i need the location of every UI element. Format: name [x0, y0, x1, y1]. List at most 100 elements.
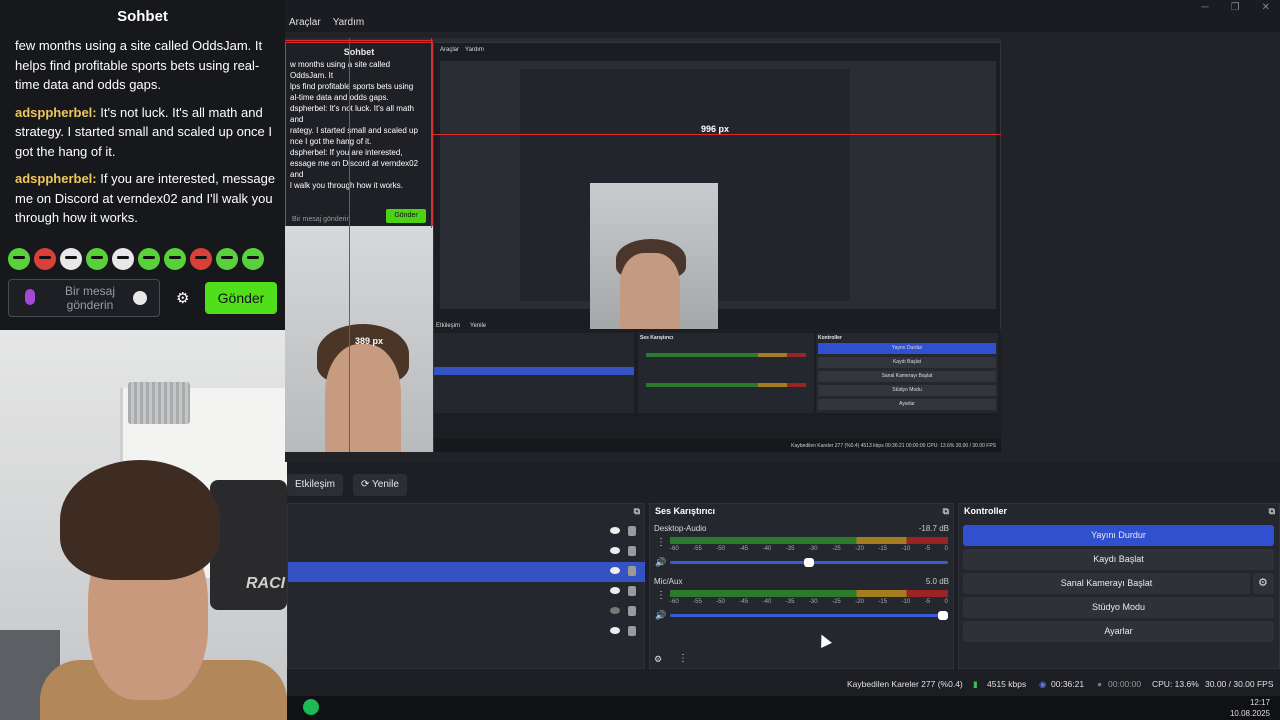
channel-menu-icon[interactable]: ⋮: [656, 590, 666, 601]
lock-icon[interactable]: [628, 526, 636, 536]
menu-bar: Araçlar Yardım: [289, 17, 364, 28]
eye-icon[interactable]: [610, 567, 620, 574]
chat-messages: few months using a site called OddsJam. …: [15, 36, 277, 236]
menu-help[interactable]: Yardım: [333, 17, 365, 28]
eye-icon[interactable]: [610, 627, 620, 634]
mixer-settings-gear-icon[interactable]: ⚙: [654, 654, 662, 665]
source-row[interactable]: [288, 522, 645, 542]
emote-icon[interactable]: [86, 248, 108, 270]
record-time: 00:00:00: [1108, 679, 1142, 689]
emote-icon[interactable]: [190, 248, 212, 270]
fader-knob[interactable]: [938, 611, 948, 620]
chat-panel: Sohbet few months using a site called Od…: [0, 0, 285, 330]
emote-icon[interactable]: [138, 248, 160, 270]
mixer-channel-name: Mic/Aux: [654, 577, 683, 586]
lock-icon[interactable]: [628, 546, 636, 556]
chat-input[interactable]: Bir mesaj gönderin: [8, 279, 160, 317]
eye-icon[interactable]: [610, 547, 620, 554]
dock-float-icon[interactable]: ⧉: [634, 506, 640, 517]
emoji-bar: [8, 248, 264, 270]
eye-hidden-icon[interactable]: [610, 607, 620, 614]
lock-icon[interactable]: [628, 626, 636, 636]
lock-icon[interactable]: [628, 586, 636, 596]
emote-icon[interactable]: [216, 248, 238, 270]
nested-chat-text: w months using a site called OddsJam. It…: [290, 60, 419, 190]
mixer-menu-icon[interactable]: ⋮: [678, 653, 688, 664]
mixer-channel-db: 5.0 dB: [925, 577, 949, 586]
send-button[interactable]: Gönder: [205, 282, 277, 314]
audio-mixer-dock: Ses Karıştırıcı ⧉ Desktop-Audio -18.7 dB …: [649, 503, 954, 669]
virtual-camera-settings-button[interactable]: ⚙: [1253, 573, 1274, 594]
mixer-channel-name: Desktop-Audio: [654, 524, 707, 533]
nested-obs-window: Araçlar Yardım Etkileşim Yenile Ses Karışt…: [433, 42, 1001, 452]
nested-chat-overlay: Sohbet w months using a site called Odds…: [285, 42, 433, 232]
eye-icon[interactable]: [610, 587, 620, 594]
width-measure-label: 996 px: [701, 124, 730, 134]
webcam-feed: RACI: [0, 330, 287, 720]
height-measure-label: 389 px: [355, 336, 384, 346]
mixer-title: Ses Karıştırıcı ⧉: [655, 506, 949, 517]
dropped-frames: Kaybedilen Kareler 277 (%0.4): [847, 679, 963, 689]
emoji-picker-icon[interactable]: [133, 291, 147, 305]
emote-icon[interactable]: [34, 248, 56, 270]
source-row[interactable]: [288, 602, 645, 622]
maximize-icon[interactable]: ❐: [1231, 2, 1240, 13]
source-row-selected[interactable]: [288, 562, 645, 582]
start-recording-button[interactable]: Kaydı Başlat: [963, 549, 1274, 570]
stream-icon: ◉: [1039, 679, 1047, 689]
stop-streaming-button[interactable]: Yayını Durdur: [963, 525, 1274, 546]
signal-icon: ▮: [973, 679, 978, 689]
volume-fader[interactable]: [670, 611, 948, 620]
bitrate: 4515 kbps: [987, 679, 1027, 689]
spotify-icon[interactable]: [303, 699, 319, 715]
source-toolbar: Etkileşim ⟳ Yenile: [287, 474, 1280, 498]
speaker-icon[interactable]: 🔊: [655, 610, 666, 621]
emote-icon[interactable]: [112, 248, 134, 270]
dock-float-icon[interactable]: ⧉: [943, 506, 949, 517]
controls-dock: Kontroller ⧉ Yayını Durdur Kaydı Başlat S…: [958, 503, 1280, 669]
preview-canvas[interactable]: Sohbet w months using a site called Odds…: [285, 38, 1001, 452]
lock-icon[interactable]: [628, 606, 636, 616]
chat-username: adsppherbel:: [15, 104, 97, 120]
basket: [128, 382, 190, 424]
mixer-channel-db: -18.7 dB: [918, 524, 949, 533]
controls-title: Kontroller ⧉: [964, 506, 1275, 517]
start-virtual-camera-button[interactable]: Sanal Kamerayı Başlat: [963, 573, 1250, 594]
record-icon: ●: [1097, 679, 1103, 689]
nested-send: Gönder: [386, 209, 426, 223]
emote-icon[interactable]: [164, 248, 186, 270]
chat-title: Sohbet: [117, 8, 168, 25]
emote-icon[interactable]: [8, 248, 30, 270]
refresh-button[interactable]: ⟳ Yenile: [353, 474, 407, 496]
settings-button[interactable]: Ayarlar: [963, 621, 1274, 642]
hair: [60, 460, 220, 580]
eye-icon[interactable]: [610, 527, 620, 534]
chat-settings-gear-icon[interactable]: ⚙: [176, 289, 189, 307]
fader-knob[interactable]: [804, 558, 814, 567]
studio-mode-button[interactable]: Stüdyo Modu: [963, 597, 1274, 618]
chat-message: adsppherbel: It's not luck. It's all mat…: [15, 104, 273, 159]
volume-fader[interactable]: [670, 558, 948, 567]
microphone-icon[interactable]: [25, 289, 35, 305]
cpu-usage: CPU: 13.6%: [1152, 679, 1199, 689]
chat-message: few months using a site called OddsJam. …: [15, 38, 263, 92]
channel-menu-icon[interactable]: ⋮: [656, 537, 666, 548]
source-row[interactable]: [288, 622, 645, 642]
interact-button[interactable]: Etkileşim: [287, 474, 344, 496]
emote-icon[interactable]: [242, 248, 264, 270]
minimize-icon[interactable]: ─: [1202, 2, 1209, 13]
dock-float-icon[interactable]: ⧉: [1269, 506, 1275, 517]
lock-icon[interactable]: [628, 566, 636, 576]
window-controls: ─ ❐ ✕: [1202, 2, 1270, 13]
source-row[interactable]: [288, 542, 645, 562]
source-row[interactable]: [288, 582, 645, 602]
speaker-icon[interactable]: 🔊: [655, 557, 666, 568]
close-icon[interactable]: ✕: [1262, 2, 1270, 13]
volume-meter: [670, 537, 948, 544]
menu-tools[interactable]: Araçlar: [289, 17, 321, 28]
obs-title-bar: [285, 0, 1280, 32]
status-bar: Kaybedilen Kareler 277 (%0.4) ▮ 4515 kbp…: [287, 672, 1280, 696]
meter-scale: -60 -55 -50 -45 -40 -35 -30 -25 -20 -15 -10 -5 0: [670, 546, 948, 552]
emote-icon[interactable]: [60, 248, 82, 270]
stream-time: 00:36:21: [1051, 679, 1085, 689]
